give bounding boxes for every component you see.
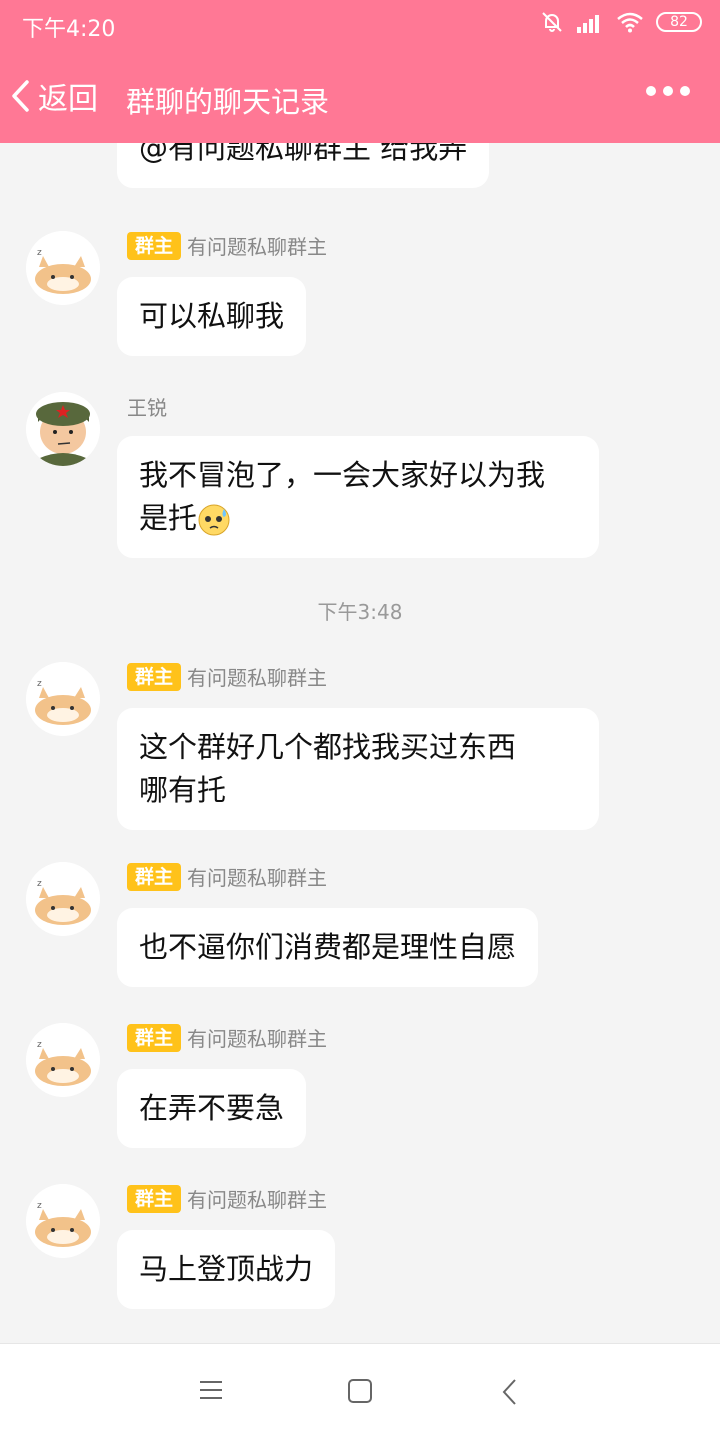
avatar[interactable]: z: [26, 1023, 100, 1097]
message-text: @有问题私聊群主 给我弄: [139, 143, 468, 165]
hamster-avatar-icon: z: [26, 1184, 100, 1258]
message-text: 马上登顶战力: [139, 1252, 314, 1286]
owner-badge: 群主: [127, 1023, 182, 1052]
message-text: 在弄不要急: [139, 1091, 285, 1125]
avatar[interactable]: z: [26, 862, 100, 936]
nav-bar: 返回 群聊的聊天记录: [0, 60, 720, 136]
home-button[interactable]: [347, 1378, 373, 1408]
message-text: 我不冒泡了，一会大家好以为我: [139, 458, 546, 492]
menu-button[interactable]: [198, 1378, 224, 1406]
page-title: 群聊的聊天记录: [126, 85, 330, 119]
avatar[interactable]: z: [26, 662, 100, 736]
sender-name: 有问题私聊群主: [187, 1188, 328, 1212]
chat-history[interactable]: @有问题私聊群主 给我弄 z 群主 有问题私聊群主 可以私聊我 王锐 我不冒泡了…: [0, 143, 720, 1343]
timestamp: 下午3:48: [317, 600, 403, 624]
sweat-face-emoji-icon: [198, 504, 230, 536]
owner-badge: 群主: [127, 662, 182, 691]
more-options-button[interactable]: [646, 86, 690, 96]
header-bar: 下午4:20 82 返回 群聊的聊天记录: [0, 0, 720, 143]
hamster-avatar-icon: z: [26, 662, 100, 736]
more-dot-icon: [680, 86, 690, 96]
sender-name: 有问题私聊群主: [187, 866, 328, 890]
system-nav-bar: [0, 1343, 720, 1440]
message-bubble[interactable]: 也不逼你们消费都是理性自愿: [117, 908, 539, 987]
avatar[interactable]: [26, 392, 100, 466]
svg-text:z: z: [37, 248, 42, 258]
message-bubble[interactable]: 可以私聊我: [117, 277, 307, 356]
sender-name: 有问题私聊群主: [187, 666, 328, 690]
more-dot-icon: [646, 86, 656, 96]
status-time: 下午4:20: [22, 17, 116, 42]
status-icons: 82: [540, 10, 702, 34]
back-button[interactable]: 返回: [8, 74, 98, 118]
status-bar: 下午4:20 82: [0, 0, 720, 50]
sender-row: 群主 有问题私聊群主: [127, 662, 327, 691]
menu-icon: [200, 1381, 222, 1399]
sender-name: 有问题私聊群主: [187, 1027, 328, 1051]
signal-icon: [577, 15, 599, 33]
sender-row: 王锐: [127, 392, 167, 421]
chevron-left-icon: [502, 1379, 516, 1405]
message-text-line2-row: 是托: [139, 497, 577, 540]
battery-indicator: 82: [656, 12, 702, 32]
message-text: 可以私聊我: [139, 299, 285, 333]
chevron-left-icon: [12, 80, 29, 112]
sender-name: 有问题私聊群主: [187, 235, 328, 259]
sender-row: 群主 有问题私聊群主: [127, 231, 327, 260]
hamster-avatar-icon: z: [26, 231, 100, 305]
message-bubble[interactable]: 我不冒泡了，一会大家好以为我 是托: [117, 436, 599, 558]
sender-name: 王锐: [127, 396, 167, 420]
owner-badge: 群主: [127, 862, 182, 891]
message-bubble[interactable]: 在弄不要急: [117, 1069, 307, 1148]
message-bubble[interactable]: @有问题私聊群主 给我弄: [117, 143, 490, 188]
wifi-icon: [617, 12, 643, 33]
back-label: 返回: [38, 82, 98, 117]
message-text: 是托: [139, 501, 198, 535]
message-bubble[interactable]: 这个群好几个都找我买过东西 哪有托: [117, 708, 599, 830]
avatar[interactable]: z: [26, 231, 100, 305]
message-text: 哪有托: [139, 773, 227, 807]
svg-text:z: z: [37, 879, 42, 889]
hamster-avatar-icon: z: [26, 1023, 100, 1097]
message-bubble[interactable]: 马上登顶战力: [117, 1230, 336, 1309]
more-dot-icon: [663, 86, 673, 96]
sender-row: 群主 有问题私聊群主: [127, 862, 327, 891]
sender-row: 群主 有问题私聊群主: [127, 1184, 327, 1213]
message-text: 这个群好几个都找我买过东西: [139, 730, 517, 764]
mute-bell-icon: [542, 12, 562, 32]
sender-row: 群主 有问题私聊群主: [127, 1023, 327, 1052]
avatar[interactable]: z: [26, 1184, 100, 1258]
svg-text:z: z: [37, 1201, 42, 1211]
soldier-avatar-icon: [26, 392, 100, 466]
square-home-icon: [348, 1379, 372, 1403]
message-text: 也不逼你们消费都是理性自愿: [139, 930, 517, 964]
owner-badge: 群主: [127, 231, 182, 260]
hamster-avatar-icon: z: [26, 862, 100, 936]
svg-text:z: z: [37, 679, 42, 689]
owner-badge: 群主: [127, 1184, 182, 1213]
back-nav-button[interactable]: [500, 1378, 520, 1410]
svg-text:z: z: [37, 1040, 42, 1050]
